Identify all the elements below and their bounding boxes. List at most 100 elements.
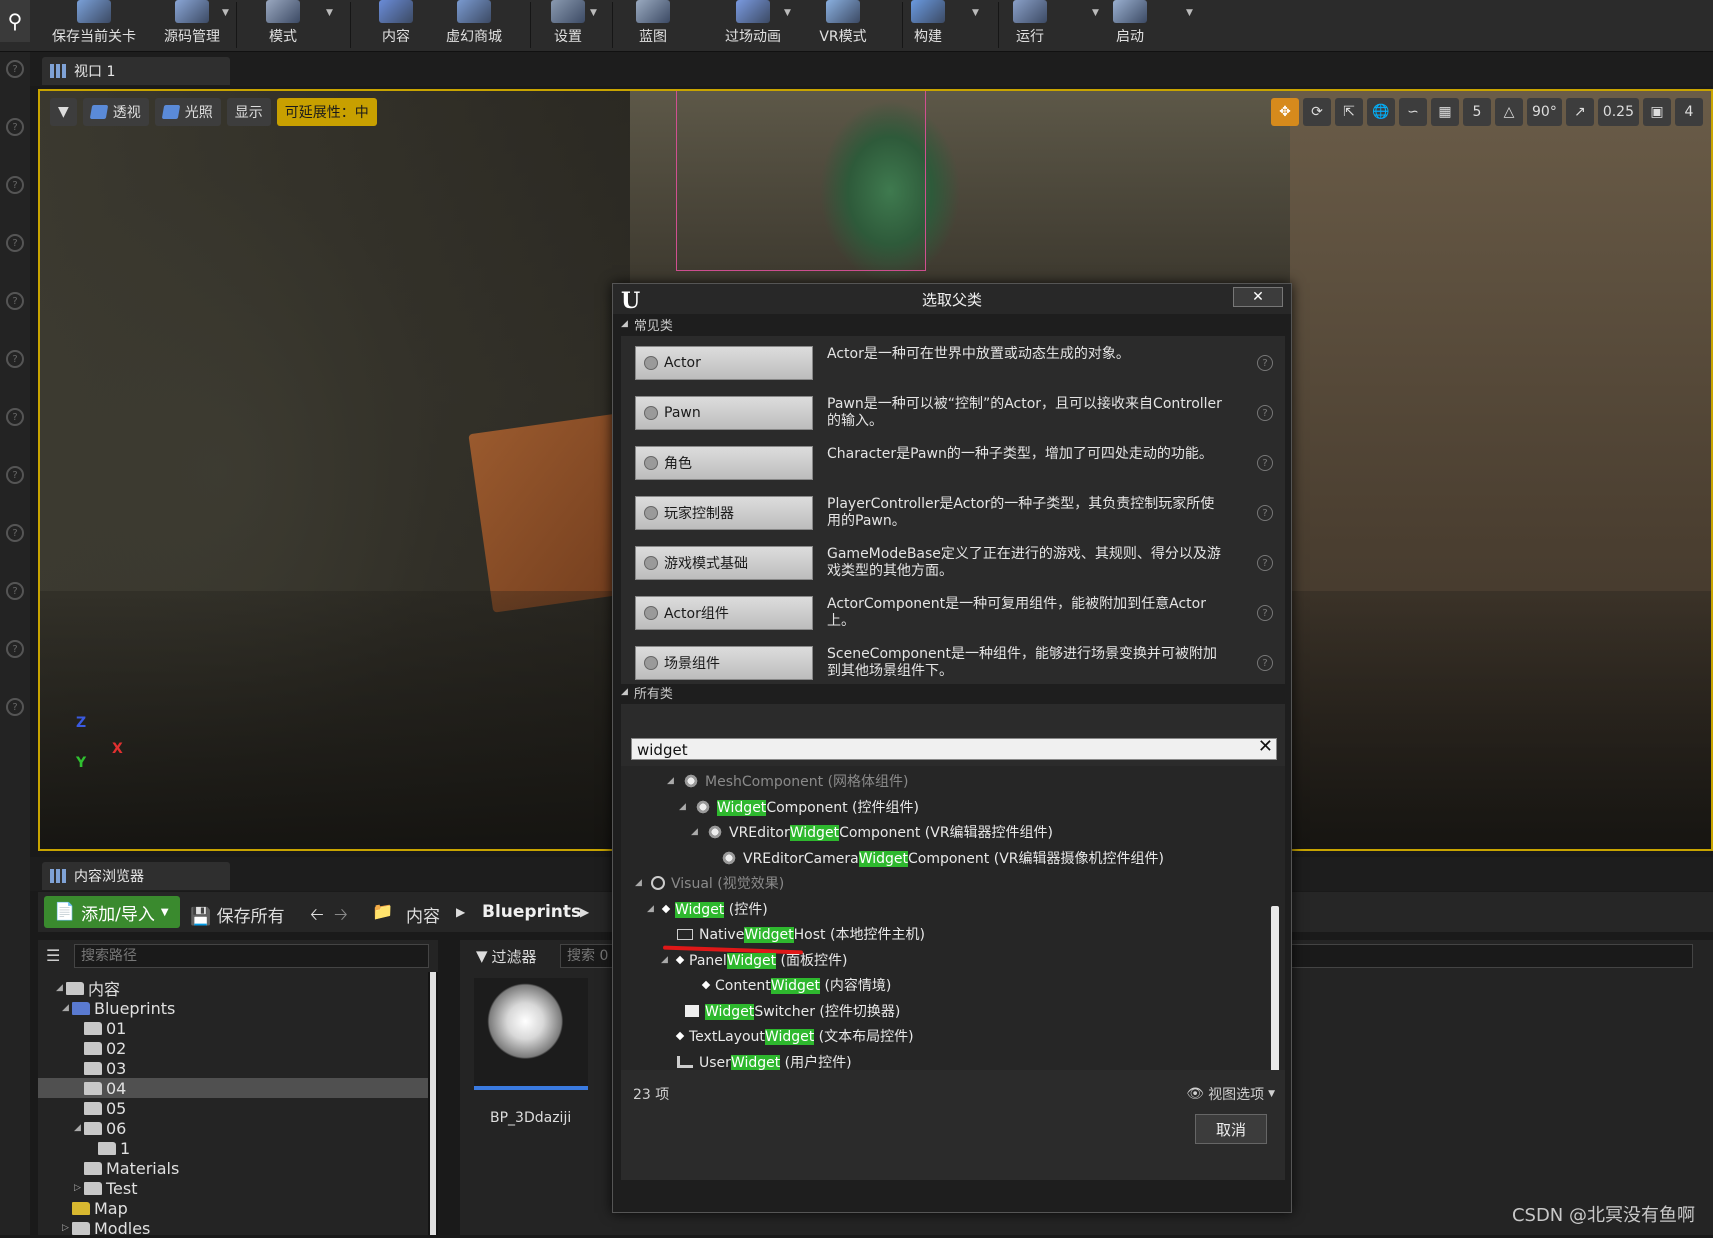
search-icon[interactable]: ⚲ [0,0,30,42]
rail-help-icon[interactable]: ? [6,234,24,252]
rail-help-icon[interactable]: ? [6,640,24,658]
expand-arrow-icon[interactable]: ◢ [667,776,677,786]
rail-help-icon[interactable]: ? [6,582,24,600]
tree-scroll-thumb[interactable] [430,972,436,1235]
tree-folder-item[interactable]: ▷ Test [38,1178,438,1198]
add-import-button[interactable]: 📄 添加/导入 ▼ [44,896,180,928]
breadcrumb-blueprints[interactable]: Blueprints [482,902,581,922]
chevron-down-icon[interactable]: ▼ [590,8,597,18]
toolbar-button[interactable]: VR模式 [806,0,880,50]
expand-arrow-icon[interactable]: ◢ [635,878,645,888]
tree-folder-item[interactable]: ◢ Blueprints [38,998,438,1018]
path-search-input[interactable]: 搜索路径 [74,944,429,968]
class-button[interactable]: 游戏模式基础 [635,546,813,580]
toolbar-button[interactable]: 保存当前关卡 [44,0,144,50]
class-list-item[interactable]: NativeWidgetHost (本地控件主机) [661,923,925,945]
expand-arrow-icon[interactable]: ◢ [74,1123,84,1133]
tree-folder-item[interactable]: 04 [38,1078,438,1098]
class-button[interactable]: 场景组件 [635,646,813,680]
class-list-item[interactable]: VREditorCameraWidgetComponent (VR编辑器摄像机控… [705,847,1164,869]
help-icon[interactable]: ? [1257,555,1273,571]
rotation-snap-icon[interactable]: △ [1495,98,1523,126]
toolbar-button[interactable]: 启动 [1100,0,1160,50]
class-list-item[interactable]: UserWidget (用户控件) [661,1051,852,1070]
tree-folder-item[interactable]: 05 [38,1098,438,1118]
scale-snap-icon[interactable]: ↗ [1565,98,1594,126]
asset-thumbnail[interactable] [474,978,588,1090]
class-list-item[interactable]: ◢ Visual (视觉效果) [635,872,784,894]
class-list-item[interactable]: ◢ VREditorWidgetComponent (VR编辑器控件组件) [691,821,1053,843]
expand-arrow-icon[interactable]: ◢ [62,1003,72,1013]
viewport-options-button[interactable]: ▼ [50,98,77,126]
camera-speed-value[interactable]: 4 [1675,98,1703,126]
class-list-item[interactable]: ◢ PanelWidget (面板控件) [661,949,847,971]
toolbar-button[interactable]: 构建 [900,0,956,50]
help-icon[interactable]: ? [1257,405,1273,421]
chevron-down-icon[interactable]: ▼ [972,8,979,18]
close-button[interactable]: ✕ [1233,287,1283,307]
class-list-item[interactable]: ◢ Widget (控件) [647,898,768,920]
world-space-icon[interactable]: 🌐 [1367,98,1395,126]
back-arrow-icon[interactable]: 🡠 [310,902,324,931]
class-list-item[interactable]: WidgetSwitcher (控件切换器) [669,1000,900,1022]
class-search-input[interactable]: widget [631,738,1277,760]
translate-tool-icon[interactable]: ✥ [1271,98,1299,126]
class-button[interactable]: 角色 [635,446,813,480]
help-icon[interactable]: ? [1257,355,1273,371]
rail-help-icon[interactable]: ? [6,698,24,716]
class-list-scrollbar[interactable] [1271,906,1279,1070]
asset-name[interactable]: BP_3Ddaziji [490,1110,571,1126]
rail-help-icon[interactable]: ? [6,292,24,310]
rail-help-icon[interactable]: ? [6,350,24,368]
tree-folder-item[interactable]: Materials [38,1158,438,1178]
tree-folder-item[interactable]: 03 [38,1058,438,1078]
expand-arrow-icon[interactable]: ◢ [647,904,657,914]
lighting-button[interactable]: 光照 [154,98,221,126]
tree-folder-item[interactable]: 1 [38,1138,438,1158]
expand-arrow-icon[interactable]: ▷ [62,1223,72,1233]
class-list-item[interactable]: ContentWidget (内容情境) [687,974,891,996]
help-icon[interactable]: ? [1257,455,1273,471]
scale-tool-icon[interactable]: ⇱ [1335,98,1363,126]
tree-scrollbar[interactable] [428,972,438,1235]
tree-toggle-icon[interactable]: ☰ [46,946,60,965]
expand-arrow-icon[interactable]: ◢ [56,983,66,993]
rail-help-icon[interactable]: ? [6,60,24,78]
tab-content-browser[interactable]: 内容浏览器 [42,862,230,890]
expand-arrow-icon[interactable]: ◢ [691,827,701,837]
help-icon[interactable]: ? [1257,505,1273,521]
chevron-down-icon[interactable]: ▼ [784,8,791,18]
camera-speed-icon[interactable]: ▣ [1643,98,1671,126]
chevron-down-icon[interactable]: ▼ [222,8,229,18]
clear-search-icon[interactable]: ✕ [1258,736,1273,757]
help-icon[interactable]: ? [1257,655,1273,671]
class-button[interactable]: Actor组件 [635,596,813,630]
class-list-item[interactable]: ◢ MeshComponent (网格体组件) [667,770,909,792]
toolbar-button[interactable]: 模式 [250,0,316,50]
chevron-down-icon[interactable]: ▼ [1092,8,1099,18]
show-button[interactable]: 显示 [226,98,271,126]
expand-arrow-icon[interactable]: ◢ [661,955,671,965]
class-list-item[interactable]: ◢ WidgetComponent (控件组件) [679,796,919,818]
expand-arrow-icon[interactable]: ▷ [74,1183,84,1193]
expand-arrow-icon[interactable]: ◢ [679,802,689,812]
all-classes-header[interactable]: ◢ 所有类 [621,682,1285,702]
toolbar-button[interactable]: 虚幻商城 [430,0,518,50]
grid-snap-icon[interactable]: ▦ [1431,98,1459,126]
surface-snap-icon[interactable]: ∽ [1399,98,1427,126]
class-button[interactable]: Pawn [635,396,813,430]
tree-folder-item[interactable]: 02 [38,1038,438,1058]
cancel-button[interactable]: 取消 [1195,1114,1267,1144]
tree-folder-item[interactable]: 01 [38,1018,438,1038]
scalability-button[interactable]: 可延展性：中 [276,98,377,126]
forward-arrow-icon[interactable]: 🡢 [334,902,348,931]
tab-viewport-1[interactable]: 视口 1 [42,57,230,85]
rail-help-icon[interactable]: ? [6,118,24,136]
toolbar-button[interactable]: 设置 [540,0,596,50]
rotate-tool-icon[interactable]: ⟳ [1303,98,1331,126]
class-button[interactable]: Actor [635,346,813,380]
rail-help-icon[interactable]: ? [6,176,24,194]
chevron-down-icon[interactable]: ▼ [1186,8,1193,18]
tree-folder-item[interactable]: Map [38,1198,438,1218]
common-classes-header[interactable]: ◢ 常见类 [621,314,1285,334]
